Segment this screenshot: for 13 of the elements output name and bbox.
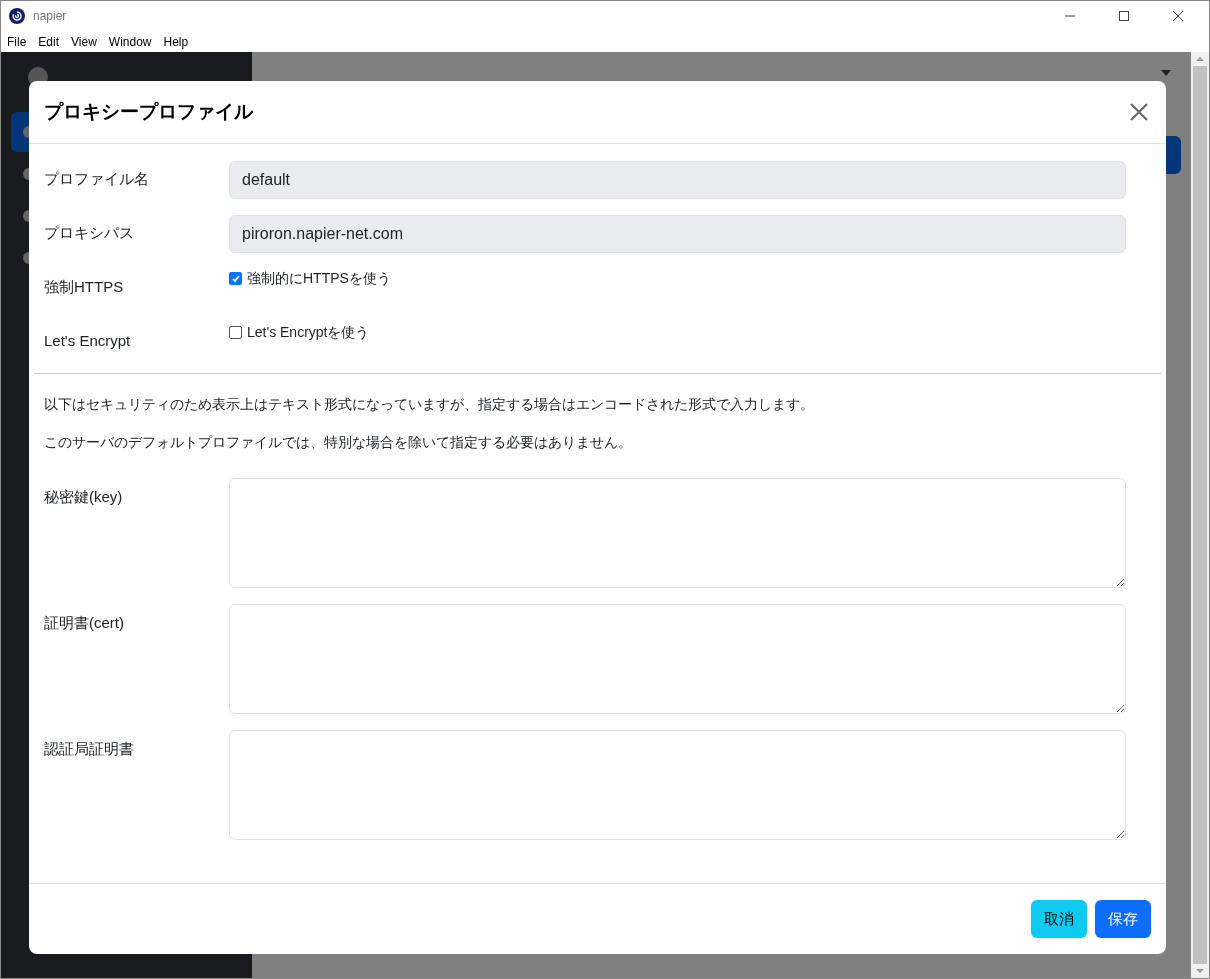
field-label: 秘密鍵(key) (44, 487, 124, 507)
field-label: 認証局証明書 (44, 739, 135, 759)
field-label: Let's Encrypt (44, 331, 132, 352)
dialog-title: プロキシープロファイル (44, 99, 254, 124)
field-label: 強制HTTPS (44, 277, 125, 298)
field-label: 証明書(cert) (44, 613, 125, 633)
field-label: プロキシパス (44, 223, 135, 244)
note-text: このサーバのデフォルトプロファイルでは、特別な場合を除いて指定する必要はありません。 (44, 433, 633, 452)
checkbox-label: 強制的にHTTPSを使う (247, 269, 391, 288)
window-title: napier (33, 8, 67, 25)
note-text: 以下はセキュリティのため表示上はテキスト形式になっていますが、指定する場合はエンコードされた形式で入力します。 (44, 395, 815, 414)
checkbox-label: Let's Encryptを使う (247, 323, 370, 342)
field-label: プロファイル名 (44, 169, 150, 190)
